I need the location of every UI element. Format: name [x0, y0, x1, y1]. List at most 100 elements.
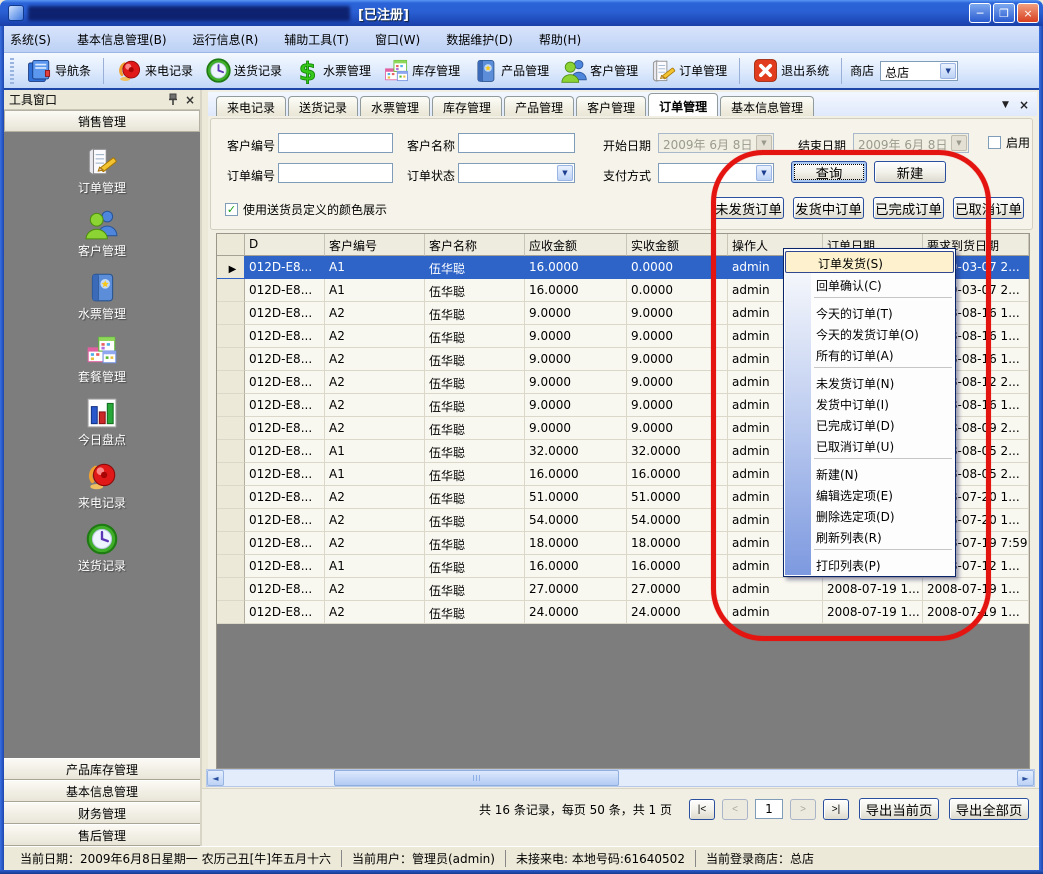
row-selector-cell[interactable]: ▶: [217, 348, 245, 371]
col-customer-name[interactable]: 客户名称: [425, 234, 525, 256]
pin-icon[interactable]: [167, 93, 179, 107]
start-date-picker[interactable]: 2009年 6月 8日 ▼: [658, 133, 774, 153]
sidebar-item-order-management[interactable]: 订单管理: [78, 144, 126, 207]
col-receivable[interactable]: 应收金额: [525, 234, 627, 256]
sidebar-section-sales[interactable]: 销售管理: [4, 110, 200, 132]
tab-delivery-records[interactable]: 送货记录: [288, 96, 358, 116]
menu-shipping-orders[interactable]: 发货中订单(I): [784, 392, 955, 413]
tab-inventory-management[interactable]: 库存管理: [432, 96, 502, 116]
menu-refresh-list[interactable]: 刷新列表(R): [784, 525, 955, 546]
menu-today-orders[interactable]: 今天的订单(T): [784, 301, 955, 322]
sidebar-group-after-sales[interactable]: 售后管理: [4, 824, 200, 846]
col-received[interactable]: 实收金额: [627, 234, 728, 256]
cancelled-button[interactable]: 已取消订单: [953, 197, 1024, 219]
page-number-input[interactable]: 1: [755, 799, 783, 819]
next-page-button[interactable]: >: [790, 799, 816, 820]
close-button[interactable]: ×: [1017, 3, 1039, 23]
menu-not-shipped-orders[interactable]: 未发货订单(N): [784, 371, 955, 392]
sidebar-group-product-inventory[interactable]: 产品库存管理: [4, 758, 200, 780]
menu-print-list[interactable]: 打印列表(P): [784, 553, 955, 574]
horizontal-scrollbar[interactable]: ◄ ►: [206, 769, 1035, 787]
new-button[interactable]: 新建: [874, 161, 946, 183]
minimize-button[interactable]: ─: [969, 3, 991, 23]
scroll-thumb[interactable]: [334, 770, 619, 786]
menu-help[interactable]: 帮助(H): [539, 31, 581, 48]
sidebar-item-delivery-records[interactable]: 送货记录: [78, 522, 126, 585]
tab-basic-info-management[interactable]: 基本信息管理: [720, 96, 814, 116]
sidebar-item-call-records[interactable]: 来电记录: [78, 459, 126, 522]
sidebar-item-customer-management[interactable]: 客户管理: [78, 207, 126, 270]
menu-receipt-confirm[interactable]: 回单确认(C): [784, 273, 955, 294]
tab-call-records[interactable]: 来电记录: [216, 96, 286, 116]
shop-select[interactable]: 总店 ▼: [880, 61, 958, 81]
chevron-down-icon[interactable]: ▼: [756, 165, 772, 181]
menu-ship-order[interactable]: 订单发货(S): [785, 251, 954, 273]
row-selector-cell[interactable]: ▶: [217, 463, 245, 486]
sidebar-group-finance[interactable]: 财务管理: [4, 802, 200, 824]
col-id[interactable]: D: [245, 234, 325, 256]
order-status-select[interactable]: ▼: [458, 163, 575, 183]
menu-aux-tools[interactable]: 辅助工具(T): [284, 31, 349, 48]
row-selector-cell[interactable]: ▶: [217, 555, 245, 578]
maximize-button[interactable]: ❐: [993, 3, 1015, 23]
row-selector-cell[interactable]: ▶: [217, 394, 245, 417]
menu-window[interactable]: 窗口(W): [375, 31, 420, 48]
menu-today-shipped-orders[interactable]: 今天的发货订单(O): [784, 322, 955, 343]
col-customer-no[interactable]: 客户编号: [325, 234, 425, 256]
last-page-button[interactable]: >|: [823, 799, 849, 820]
enable-checkbox-group[interactable]: 启用: [988, 134, 1030, 151]
table-row[interactable]: ▶ 012D-E8... A2 伍华聪 27.0000 27.0000 admi…: [217, 578, 1029, 601]
pay-method-select[interactable]: ▼: [658, 163, 774, 183]
toolbar-navigator[interactable]: 导航条: [22, 55, 95, 86]
sidebar-item-package-management[interactable]: 套餐管理: [78, 333, 126, 396]
menu-new[interactable]: 新建(N): [784, 462, 955, 483]
completed-button[interactable]: 已完成订单: [873, 197, 944, 219]
splitter[interactable]: [202, 90, 208, 846]
scroll-track[interactable]: [224, 770, 1017, 786]
sidebar-item-today-inventory[interactable]: 今日盘点: [78, 396, 126, 459]
scroll-left-icon[interactable]: ◄: [207, 770, 224, 786]
toolbar-ticket-management[interactable]: 水票管理: [290, 55, 375, 86]
enable-checkbox[interactable]: [988, 136, 1001, 149]
row-selector-cell[interactable]: ▶: [217, 509, 245, 532]
menu-data-maintenance[interactable]: 数据维护(D): [446, 31, 513, 48]
menu-completed-orders[interactable]: 已完成订单(D): [784, 413, 955, 434]
end-date-picker[interactable]: 2009年 6月 8日 ▼: [853, 133, 969, 153]
row-selector-cell[interactable]: ▶: [217, 440, 245, 463]
row-selector-cell[interactable]: ▶: [217, 578, 245, 601]
scroll-right-icon[interactable]: ►: [1017, 770, 1034, 786]
toolbar-call-records[interactable]: 来电记录: [112, 55, 197, 86]
toolbar-order-management[interactable]: 订单管理: [646, 55, 731, 86]
sidebar-group-basic-info[interactable]: 基本信息管理: [4, 780, 200, 802]
chevron-down-icon[interactable]: ▼: [557, 165, 573, 181]
export-current-page-button[interactable]: 导出当前页: [859, 798, 939, 820]
close-panel-icon[interactable]: ×: [185, 93, 195, 107]
menu-cancelled-orders[interactable]: 已取消订单(U): [784, 434, 955, 455]
first-page-button[interactable]: |<: [689, 799, 715, 820]
row-selector-cell[interactable]: ▶: [217, 256, 245, 279]
menu-all-orders[interactable]: 所有的订单(A): [784, 343, 955, 364]
row-selector-cell[interactable]: ▶: [217, 601, 245, 624]
menu-system[interactable]: 系统(S): [10, 31, 51, 48]
toolbar-exit-system[interactable]: 退出系统: [748, 55, 833, 86]
sidebar-item-ticket-management[interactable]: 水票管理: [78, 270, 126, 333]
shipping-button[interactable]: 发货中订单: [793, 197, 864, 219]
row-selector-cell[interactable]: ▶: [217, 486, 245, 509]
driver-color-checkbox[interactable]: ✓: [225, 203, 238, 216]
export-all-pages-button[interactable]: 导出全部页: [949, 798, 1029, 820]
row-selector-cell[interactable]: ▶: [217, 532, 245, 555]
menu-edit-selected[interactable]: 编辑选定项(E): [784, 483, 955, 504]
not-shipped-button[interactable]: 未发货订单: [713, 197, 784, 219]
tab-list-dropdown-icon[interactable]: ▼: [1002, 100, 1009, 110]
row-selector-cell[interactable]: ▶: [217, 302, 245, 325]
search-button[interactable]: 查询: [791, 161, 867, 183]
tab-customer-management[interactable]: 客户管理: [576, 96, 646, 116]
color-checkbox-group[interactable]: ✓ 使用送货员定义的颜色展示: [225, 201, 387, 218]
chevron-down-icon[interactable]: ▼: [940, 63, 956, 79]
toolbar-customer-management[interactable]: 客户管理: [557, 55, 642, 86]
tab-close-icon[interactable]: ×: [1019, 98, 1029, 112]
row-selector-cell[interactable]: ▶: [217, 371, 245, 394]
row-selector-cell[interactable]: ▶: [217, 325, 245, 348]
menu-delete-selected[interactable]: 删除选定项(D): [784, 504, 955, 525]
menu-run-info[interactable]: 运行信息(R): [193, 31, 259, 48]
